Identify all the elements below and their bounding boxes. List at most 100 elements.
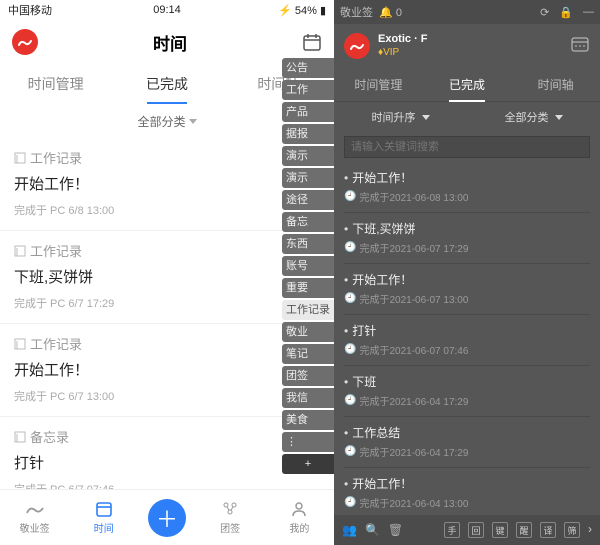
item-meta: 🕘 完成于2021-06-04 13:00 xyxy=(344,495,590,510)
item-meta: 完成于 PC 6/7 17:29 xyxy=(14,295,320,311)
tab-time-manage[interactable]: 时间管理 xyxy=(0,64,111,104)
status-bar: 中国移动 09:14 ⚡ 54% ▮ xyxy=(0,0,334,20)
header-calendar-icon[interactable] xyxy=(570,34,590,59)
item-meta: 🕘 完成于2021-06-07 07:46 xyxy=(344,342,590,357)
dtab-time-manage[interactable]: 时间管理 xyxy=(334,68,423,101)
side-tag[interactable]: 账号 xyxy=(282,256,334,276)
side-tag[interactable]: ⋮ xyxy=(282,432,334,452)
item-meta: 完成于 PC 6/7 13:00 xyxy=(14,388,320,404)
sync-icon[interactable]: ⟳ xyxy=(540,6,549,19)
item-category: 工作记录 xyxy=(14,334,320,353)
mode-box[interactable]: 手 xyxy=(444,522,460,538)
user-name: Exotic · F xyxy=(378,33,428,46)
add-button[interactable]: ＋ xyxy=(148,499,186,537)
desktop-tabs: 时间管理 已完成 时间轴 xyxy=(334,68,600,102)
side-tag[interactable]: 笔记 xyxy=(282,344,334,364)
page-title: 时间 xyxy=(153,30,187,55)
dtab-timeline[interactable]: 时间轴 xyxy=(511,68,600,101)
item-title: • 工作总结 xyxy=(344,424,590,441)
lock-icon[interactable]: 🔒 xyxy=(559,6,573,19)
mode-box[interactable]: 译 xyxy=(540,522,556,538)
side-tag[interactable]: 备忘 xyxy=(282,212,334,232)
list-item[interactable]: • 开始工作！ 🕘 完成于2021-06-07 13:00 xyxy=(344,264,590,315)
item-title: • 打针 xyxy=(344,322,590,339)
status-time: 09:14 xyxy=(0,4,334,16)
sort-filter[interactable]: 时间升序 xyxy=(334,102,467,132)
item-category: 备忘录 xyxy=(14,427,320,446)
item-category: 工作记录 xyxy=(14,241,320,260)
side-category-tags: 公告工作产品据报演示演示途径备忘东西账号重要工作记录敬业笔记团签我信美食⋮+ xyxy=(282,58,334,474)
search-icon[interactable]: 🔍 xyxy=(365,523,380,537)
item-meta: 完成于 PC 6/8 13:00 xyxy=(14,202,320,218)
mode-box[interactable]: 筛 xyxy=(564,522,580,538)
side-tag[interactable]: 演示 xyxy=(282,168,334,188)
search-box xyxy=(344,136,590,158)
people-icon[interactable]: 👥 xyxy=(342,523,357,537)
tab-completed[interactable]: 已完成 xyxy=(111,64,222,104)
item-title: 下班,买饼饼 xyxy=(14,266,320,287)
side-tag[interactable]: 美食 xyxy=(282,410,334,430)
mode-box[interactable]: 回 xyxy=(468,522,484,538)
item-title: • 下班,买饼饼 xyxy=(344,220,590,237)
desktop-task-list[interactable]: • 开始工作！ 🕘 完成于2021-06-08 13:00• 下班,买饼饼 🕘 … xyxy=(334,162,600,515)
item-title: • 开始工作！ xyxy=(344,169,590,186)
vip-badge: ♦VIP xyxy=(378,46,428,59)
item-meta: 完成于 PC 6/7 07:46 xyxy=(14,481,320,489)
side-tag[interactable]: 东西 xyxy=(282,234,334,254)
mode-box[interactable]: 键 xyxy=(492,522,508,538)
item-meta: 🕘 完成于2021-06-07 17:29 xyxy=(344,240,590,255)
item-meta: 🕘 完成于2021-06-08 13:00 xyxy=(344,189,590,204)
dtab-completed[interactable]: 已完成 xyxy=(423,68,512,101)
desktop-bottom-bar: 👥 🔍 🗑 手回键醒译筛 › xyxy=(334,515,600,545)
item-title: • 下班 xyxy=(344,373,590,390)
side-tag[interactable]: + xyxy=(282,454,334,474)
list-item[interactable]: • 开始工作！ 🕘 完成于2021-06-04 13:00 xyxy=(344,468,590,515)
list-item[interactable]: • 开始工作！ 🕘 完成于2021-06-08 13:00 xyxy=(344,162,590,213)
item-meta: 🕘 完成于2021-06-04 17:29 xyxy=(344,444,590,459)
nav-time[interactable]: 时间 xyxy=(79,500,129,535)
window-titlebar: 敬业签 🔔 0 ⟳ 🔒 — xyxy=(334,0,600,24)
category-filter-desktop[interactable]: 全部分类 xyxy=(467,102,600,132)
search-input[interactable] xyxy=(344,136,590,158)
trash-icon[interactable]: 🗑 xyxy=(388,523,403,537)
desktop-filters: 时间升序 全部分类 xyxy=(334,102,600,132)
side-tag[interactable]: 途径 xyxy=(282,190,334,210)
minimize-icon[interactable]: — xyxy=(583,6,594,19)
app-logo-icon[interactable] xyxy=(12,29,38,55)
list-item[interactable]: • 下班 🕘 完成于2021-06-04 17:29 xyxy=(344,366,590,417)
bottom-nav: 敬业签 时间 ＋ 团签 我的 xyxy=(0,489,334,545)
item-title: 打针 xyxy=(14,452,320,473)
side-tag[interactable]: 工作记录 xyxy=(282,300,334,320)
side-tag[interactable]: 敬业 xyxy=(282,322,334,342)
item-meta: 🕘 完成于2021-06-04 17:29 xyxy=(344,393,590,408)
nav-me[interactable]: 我的 xyxy=(274,500,324,535)
expand-icon[interactable]: › xyxy=(588,522,592,538)
item-title: 开始工作！ xyxy=(14,359,320,380)
nav-team[interactable]: 团签 xyxy=(205,500,255,535)
mobile-app: 中国移动 09:14 ⚡ 54% ▮ 时间 时间管理 已完成 时间轴 全部分类 … xyxy=(0,0,334,545)
window-title: 敬业签 🔔 0 xyxy=(340,4,402,20)
side-tag[interactable]: 工作 xyxy=(282,80,334,100)
side-tag[interactable]: 公告 xyxy=(282,58,334,78)
item-meta: 🕘 完成于2021-06-07 13:00 xyxy=(344,291,590,306)
desktop-app: 敬业签 🔔 0 ⟳ 🔒 — Exotic · F ♦VIP 时间管理 已完成 时… xyxy=(334,0,600,545)
item-title: • 开始工作！ xyxy=(344,475,590,492)
item-category: 工作记录 xyxy=(14,148,320,167)
side-tag[interactable]: 据报 xyxy=(282,124,334,144)
side-tag[interactable]: 演示 xyxy=(282,146,334,166)
side-tag[interactable]: 产品 xyxy=(282,102,334,122)
user-info: Exotic · F ♦VIP xyxy=(378,33,428,59)
item-title: 开始工作！ xyxy=(14,173,320,194)
side-tag[interactable]: 重要 xyxy=(282,278,334,298)
side-tag[interactable]: 团签 xyxy=(282,366,334,386)
list-item[interactable]: • 下班,买饼饼 🕘 完成于2021-06-07 17:29 xyxy=(344,213,590,264)
nav-home[interactable]: 敬业签 xyxy=(10,500,60,535)
user-header: Exotic · F ♦VIP xyxy=(334,24,600,68)
item-title: • 开始工作！ xyxy=(344,271,590,288)
user-avatar-icon[interactable] xyxy=(344,33,370,59)
calendar-icon[interactable] xyxy=(302,32,322,52)
side-tag[interactable]: 我信 xyxy=(282,388,334,408)
list-item[interactable]: • 工作总结 🕘 完成于2021-06-04 17:29 xyxy=(344,417,590,468)
mode-box[interactable]: 醒 xyxy=(516,522,532,538)
list-item[interactable]: • 打针 🕘 完成于2021-06-07 07:46 xyxy=(344,315,590,366)
